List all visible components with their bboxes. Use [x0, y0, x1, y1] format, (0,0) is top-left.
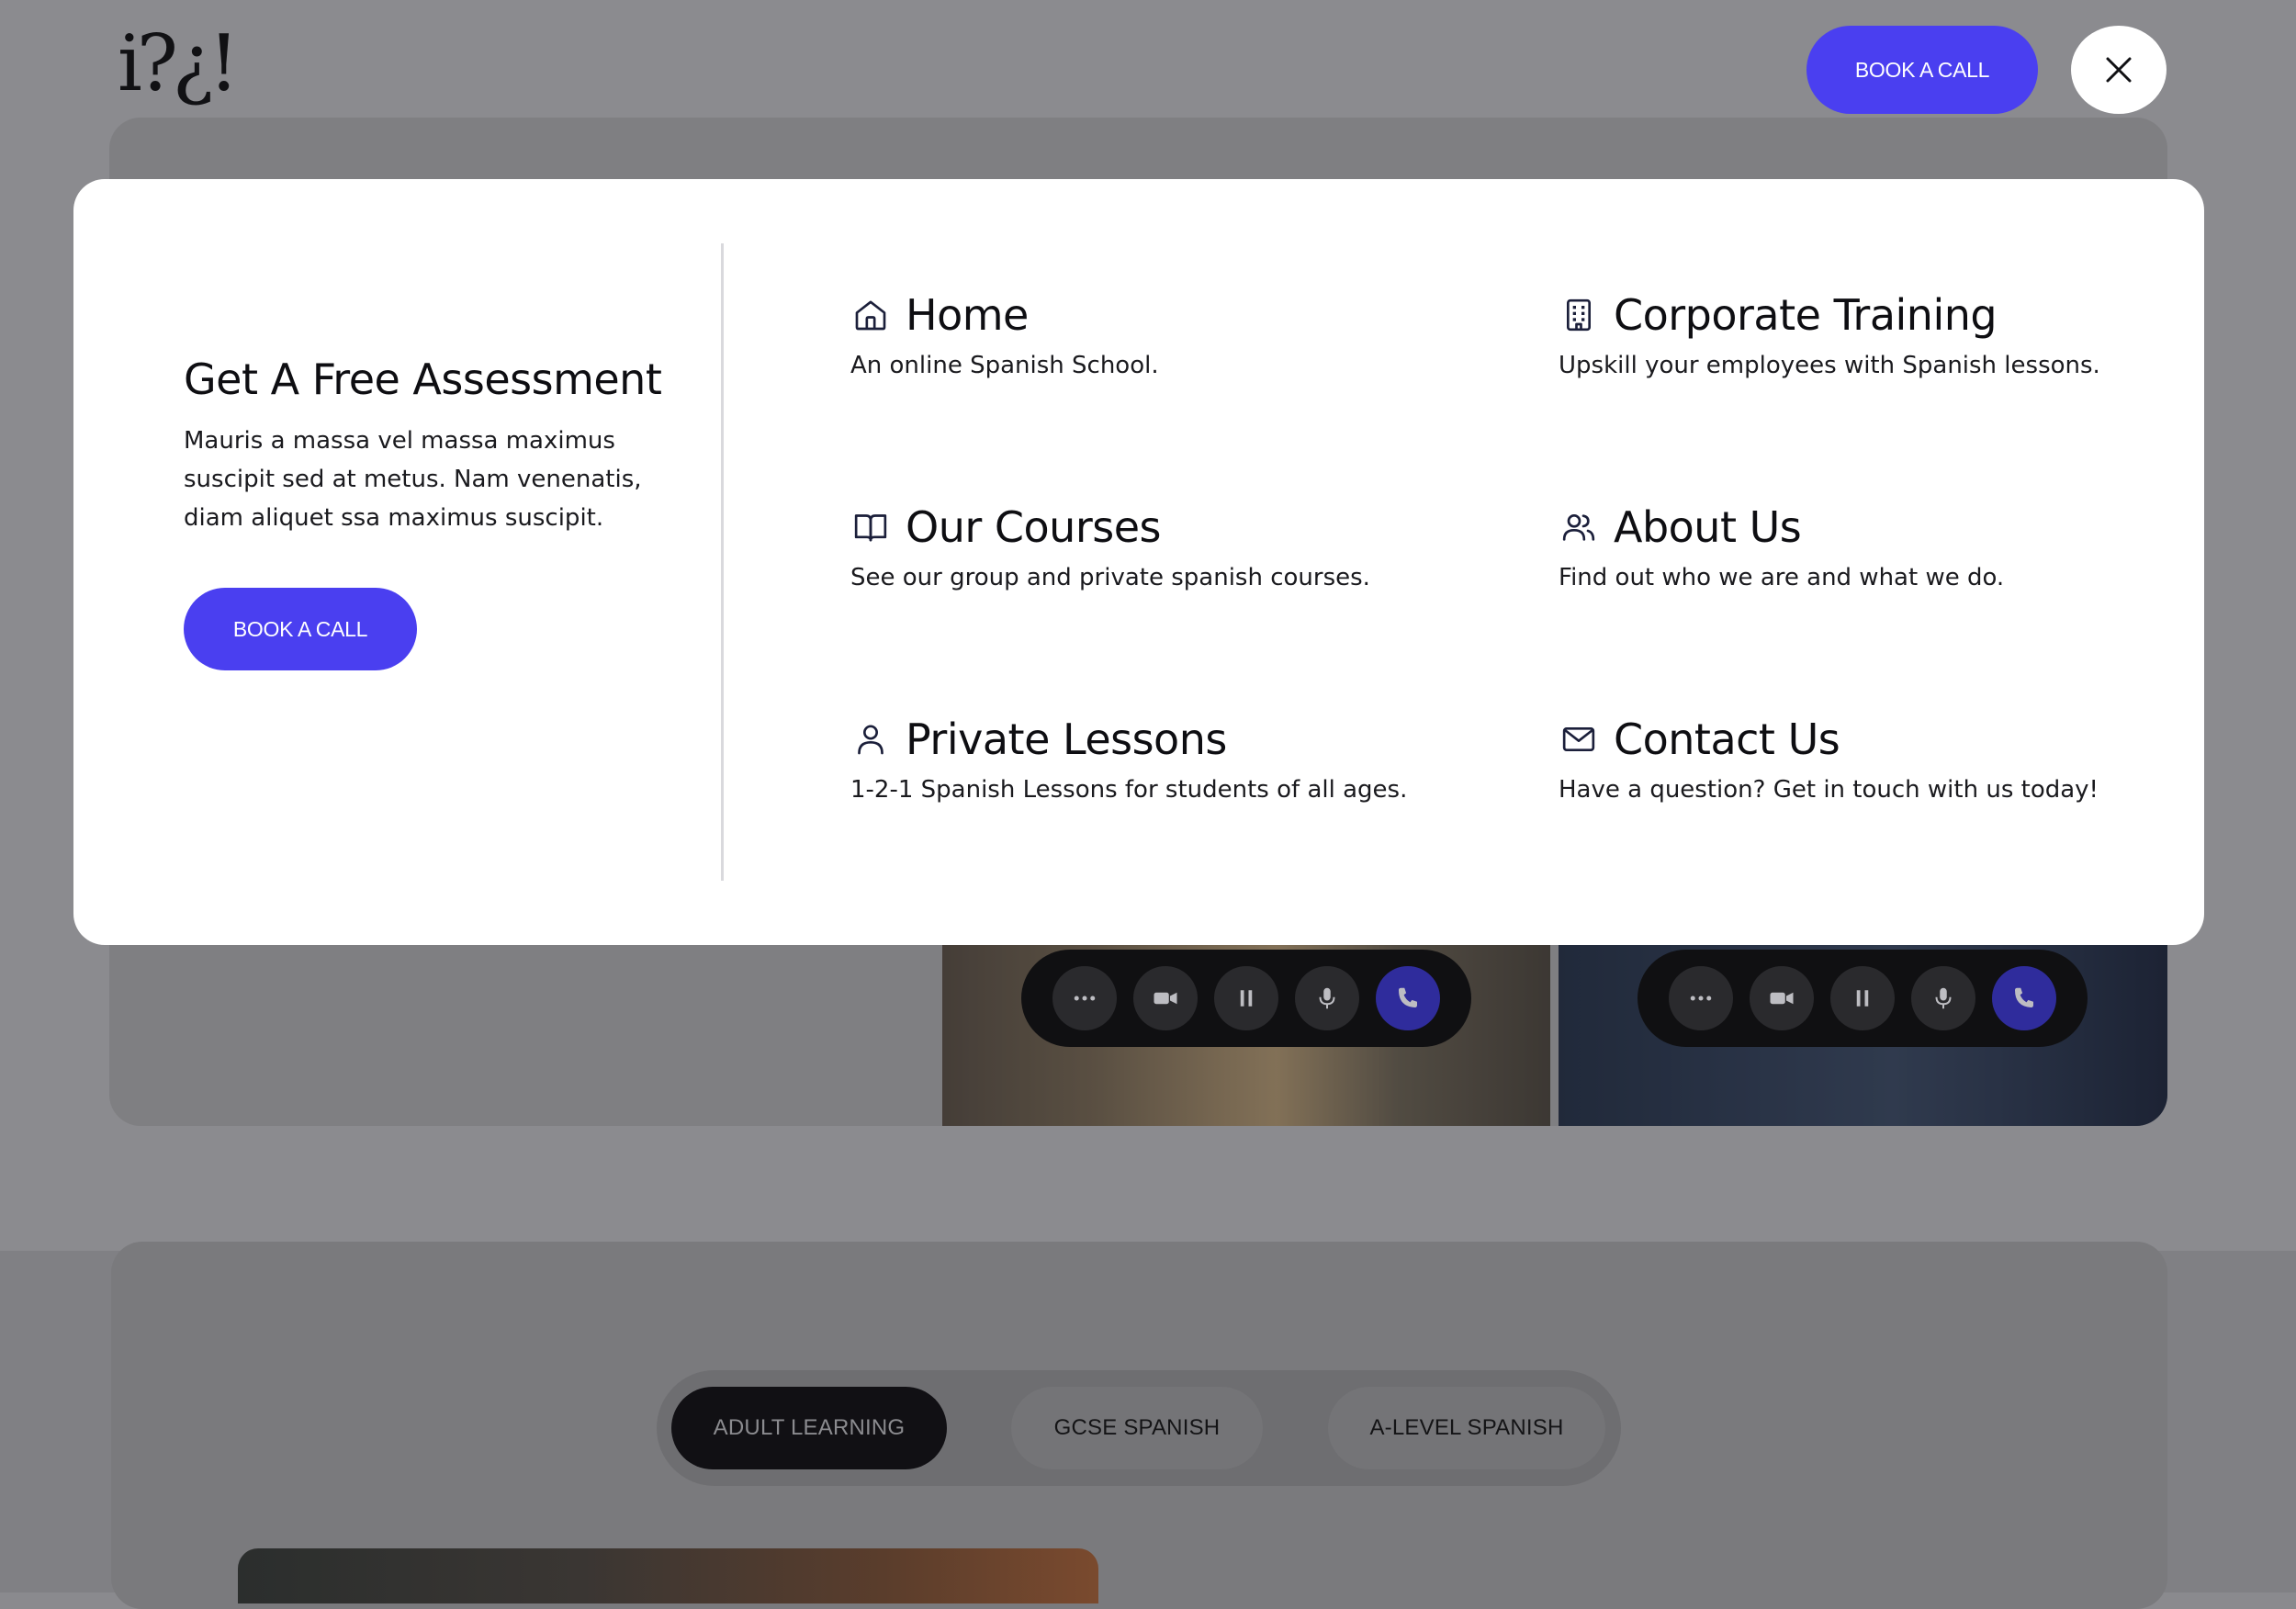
assessment-promo: Get A Free Assessment Mauris a massa vel…: [184, 354, 698, 537]
nav-item-corporate-training[interactable]: Corporate Training Upskill your employee…: [1559, 287, 2146, 379]
phone-icon[interactable]: [1992, 966, 2056, 1030]
nav-description: An online Spanish School.: [850, 352, 1159, 379]
menu-divider: [721, 243, 724, 881]
nav-title: Contact Us: [1614, 714, 1840, 764]
nav-title: Private Lessons: [906, 714, 1227, 764]
more-icon[interactable]: [1669, 966, 1733, 1030]
video-camera-icon[interactable]: [1750, 966, 1814, 1030]
users-icon: [1559, 507, 1599, 547]
more-icon[interactable]: [1052, 966, 1117, 1030]
phone-icon[interactable]: [1376, 966, 1440, 1030]
promo-title: Get A Free Assessment: [184, 354, 662, 404]
call-controls-right: [1638, 950, 2088, 1047]
nav-title: Our Courses: [906, 502, 1161, 552]
pause-icon[interactable]: [1214, 966, 1278, 1030]
tab-gcse-spanish[interactable]: GCSE SPANISH: [1011, 1387, 1263, 1469]
nav-item-our-courses[interactable]: Our Courses See our group and private sp…: [850, 500, 1438, 591]
nav-title: About Us: [1614, 502, 1802, 552]
nav-description: Upskill your employees with Spanish less…: [1559, 352, 2100, 379]
building-icon: [1559, 295, 1599, 335]
course-image: [238, 1548, 1098, 1603]
nav-description: Find out who we are and what we do.: [1559, 564, 2005, 591]
video-camera-icon[interactable]: [1133, 966, 1198, 1030]
promo-text: Mauris a massa vel massa maximus suscipi…: [184, 427, 642, 532]
nav-title: Corporate Training: [1614, 290, 1998, 340]
book-call-button-header[interactable]: BOOK A CALL: [1806, 26, 2038, 114]
nav-item-private-lessons[interactable]: Private Lessons 1-2-1 Spanish Lessons fo…: [850, 712, 1438, 804]
close-menu-button[interactable]: [2071, 26, 2167, 114]
nav-description: See our group and private spanish course…: [850, 564, 1370, 591]
home-icon: [850, 295, 891, 335]
microphone-icon[interactable]: [1295, 966, 1359, 1030]
nav-item-about-us[interactable]: About Us Find out who we are and what we…: [1559, 500, 2146, 591]
book-call-button-menu[interactable]: BOOK A CALL: [184, 588, 417, 670]
logo[interactable]: i?¿!: [118, 22, 240, 105]
tab-a-level-spanish[interactable]: A-LEVEL SPANISH: [1328, 1387, 1605, 1469]
nav-item-home[interactable]: Home An online Spanish School.: [850, 287, 1438, 379]
microphone-icon[interactable]: [1911, 966, 1975, 1030]
close-icon: [2106, 57, 2132, 83]
nav-description: Have a question? Get in touch with us to…: [1559, 776, 2099, 804]
book-icon: [850, 507, 891, 547]
nav-title: Home: [906, 290, 1029, 340]
nav-item-contact-us[interactable]: Contact Us Have a question? Get in touch…: [1559, 712, 2146, 804]
user-icon: [850, 719, 891, 759]
mail-icon: [1559, 719, 1599, 759]
pause-icon[interactable]: [1830, 966, 1895, 1030]
menu-panel: Get A Free Assessment Mauris a massa vel…: [73, 179, 2204, 945]
nav-description: 1-2-1 Spanish Lessons for students of al…: [850, 776, 1408, 804]
tab-adult-learning[interactable]: ADULT LEARNING: [671, 1387, 947, 1469]
call-controls-left: [1021, 950, 1471, 1047]
